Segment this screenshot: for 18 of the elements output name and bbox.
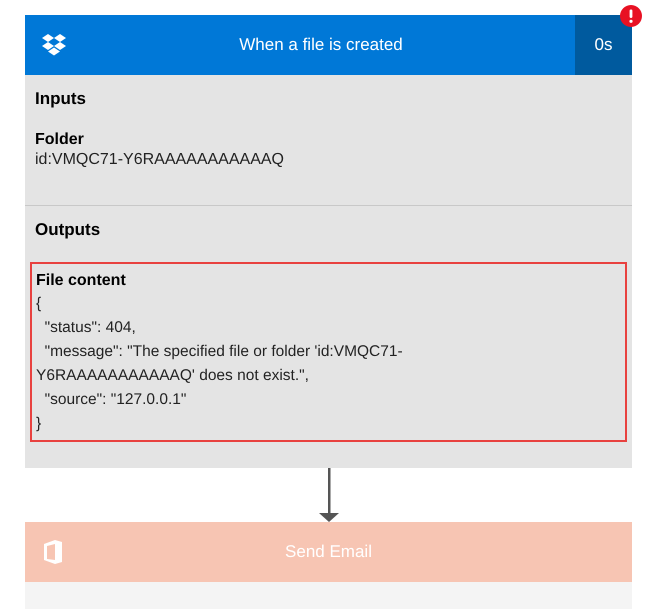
code-line: } [36,414,42,434]
duration-label: 0s [575,15,632,75]
field-value: id:VMQC71-Y6RAAAAAAAAAAAQ [35,151,285,169]
arrow-icon [318,468,338,522]
box-stack-icon [41,33,67,57]
field-label: Folder [35,131,85,149]
code-line: "message": "The specified file or folder 'id:VMQC71- [44,342,404,362]
card-header[interactable]: When a file is created 0s [25,15,632,75]
card-title: When a file is created [238,35,404,55]
code-line: { [36,294,42,314]
step-title: Send Email [284,542,373,562]
code-line: "source": "127.0.0.1" [44,390,188,410]
section-heading: Inputs [35,89,87,109]
section-heading: Outputs [35,220,102,240]
code-line: Y6RAAAAAAAAAAAQ' does not exist.", [36,366,310,386]
office-icon [43,540,63,564]
code-line: "status": 404, [44,318,137,338]
field-label: File content [36,272,127,290]
